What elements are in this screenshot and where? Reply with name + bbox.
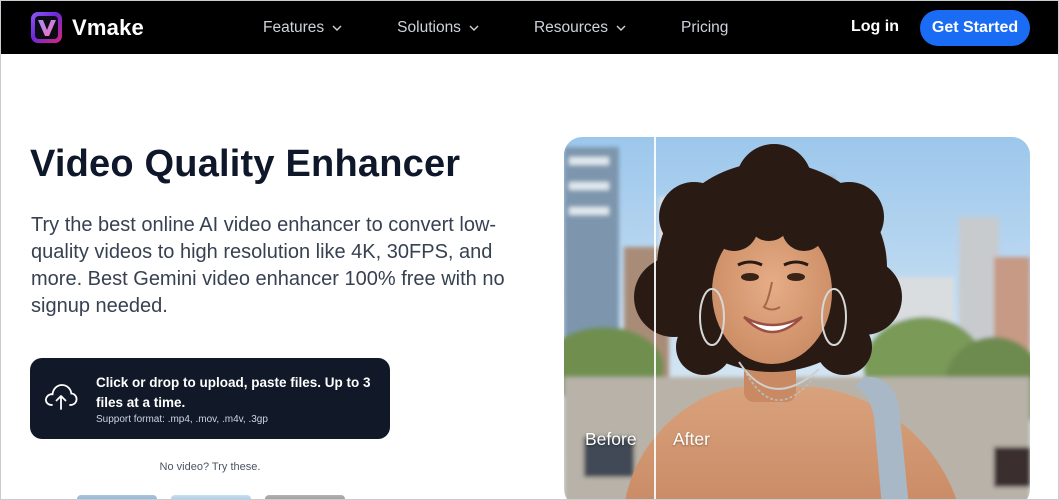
upload-dropzone[interactable]: Click or drop to upload, paste files. Up… [30,358,390,439]
upload-instructions: Click or drop to upload, paste files. Up… [96,375,371,410]
before-label: Before [585,429,637,449]
chevron-down-icon [616,25,626,31]
sample-video-thumbnail[interactable] [171,495,251,499]
chevron-down-icon [469,25,479,31]
hero-description: Try the best online AI video enhancer to… [31,214,505,317]
page-title: Video Quality Enhancer [30,143,461,185]
upload-support-formats: Support format: .mp4, .mov, .m4v, .3gp [96,414,268,425]
nav-item-features[interactable]: Features [263,19,342,37]
sample-video-thumbnail[interactable] [265,495,345,499]
nav-item-pricing[interactable]: Pricing [681,19,728,37]
nav-item-label: Features [263,18,325,36]
vmake-logo-icon [31,12,62,43]
brand-name: Vmake [72,14,144,40]
nav-item-label: Solutions [397,18,461,36]
sample-video-thumbnail[interactable] [77,495,157,499]
nav-item-label: Pricing [681,18,729,36]
nav-item-label: Resources [533,18,609,36]
sample-videos-list [77,495,345,499]
before-after-comparison[interactable]: Before After [564,137,1030,499]
login-link[interactable]: Log in [851,18,899,36]
main-menu: Features Solutions Resources Pricing [263,1,728,54]
get-started-button[interactable]: Get Started [920,10,1030,46]
sample-videos-label: No video? Try these. [159,461,261,473]
after-label: After [673,429,710,449]
brand-home-link[interactable]: Vmake [31,12,144,43]
comparison-slider-handle[interactable] [654,137,656,499]
nav-item-resources[interactable]: Resources [534,19,626,37]
page: Vmake Features Solutions Resources Prici… [0,0,1059,500]
nav-item-solutions[interactable]: Solutions [397,19,479,37]
chevron-down-icon [332,25,342,31]
cloud-upload-icon [45,384,78,410]
top-navbar: Vmake Features Solutions Resources Prici… [1,1,1058,54]
